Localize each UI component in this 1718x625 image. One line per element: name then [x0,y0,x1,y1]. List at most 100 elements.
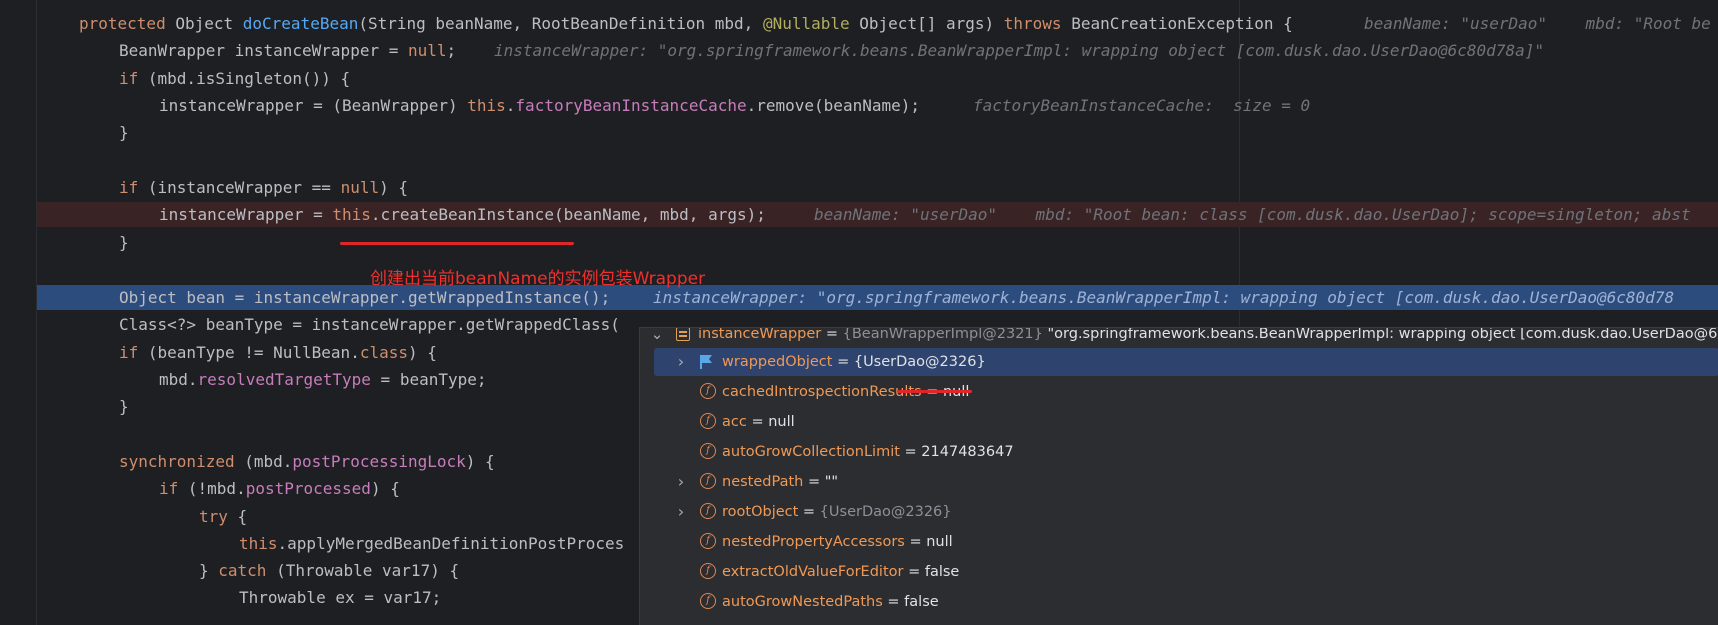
code-text: } [119,230,129,255]
variable-row-autoGrowNestedPaths[interactable]: f autoGrowNestedPaths = false [640,588,1718,616]
variable-text: nestedPath = "" [722,468,838,496]
code-line-10[interactable] [37,257,1718,282]
inline-debug-hint: instanceWrapper: "org.springframework.be… [653,288,1675,307]
equals-sign: = [821,327,843,342]
equals-sign: = [882,594,905,610]
code-token: null [340,178,380,197]
code-token: resolvedTargetType [197,370,371,389]
code-token: (Throwable var17) { [266,561,460,580]
code-token: if [159,479,179,498]
code-token: .createBeanInstance(beanName, mbd, args)… [370,205,766,224]
variable-name: wrappedObject [722,354,833,370]
code-token: @Nullable [762,14,850,33]
code-line-1[interactable]: protected Object doCreateBean(String bea… [37,11,1718,36]
code-token: (beanType != NullBean. [138,343,360,362]
variable-row-nestedPath[interactable]: › f nestedPath = "" [640,468,1718,496]
variable-row-nestedPropertyAccessors[interactable]: f nestedPropertyAccessors = null [640,528,1718,556]
variable-value: "" [824,474,839,490]
field-icon: f [700,503,716,519]
code-line-2[interactable]: BeanWrapper instanceWrapper = null; insta… [37,38,1718,63]
code-token: Object bean = instanceWrapper.getWrapped… [119,288,611,307]
code-line-6[interactable] [37,148,1718,173]
code-token: protected [79,14,176,33]
code-text: Throwable ex = var17; [239,585,441,610]
code-token: } [119,233,129,252]
chevron-right-icon[interactable]: › [674,348,688,376]
field-icon: f [700,563,716,579]
stack-icon [676,328,690,341]
variable-row-extractOldValueForEditor[interactable]: f extractOldValueForEditor = false [640,558,1718,586]
chevron-right-icon[interactable]: › [674,468,688,496]
code-token: throws [1003,14,1062,33]
red-underline-wrappedObject [897,390,972,393]
equals-sign: = [903,564,925,580]
code-text: if (instanceWrapper == null) { [119,175,408,200]
code-token: ) { [465,452,495,471]
code-token: instanceWrapper = [159,205,333,224]
variable-row-instanceWrapper[interactable]: ⌄ instanceWrapper = {BeanWrapperImpl@2321… [640,327,1718,348]
code-token: doCreateBean [242,14,359,33]
equals-sign: = [904,534,927,550]
variable-row-autoGrowCollectionLimit[interactable]: f autoGrowCollectionLimit = 2147483647 [640,438,1718,466]
annotation-note: 创建出当前beanName的实例包装Wrapper [370,269,706,289]
variable-name: autoGrowNestedPaths [722,594,883,610]
chevron-down-icon[interactable]: ⌄ [650,328,664,348]
code-line-3[interactable]: if (mbd.isSingleton()) { [37,66,1718,91]
code-token: (mbd.isSingleton()) { [138,69,351,88]
chevron-right-icon[interactable]: › [674,498,688,526]
code-line-9[interactable]: } [37,230,1718,255]
code-token: Throwable ex = var17; [239,588,442,607]
code-text: this.applyMergedBeanDefinitionPostProces [239,531,624,556]
editor-gutter[interactable] [0,0,37,625]
variable-name: cachedIntrospectionResults [722,384,922,400]
code-token: ; [446,41,457,60]
red-underline-createBeanInstance [340,242,574,245]
code-token: } [119,123,129,142]
code-token: = beanType; [370,370,487,389]
equals-sign: = [803,474,825,490]
variable-text: rootObject = {UserDao@2326} [722,498,952,526]
code-token: ) { [379,178,408,197]
variable-value: null [768,414,795,430]
code-text: try { [199,504,247,529]
field-icon: f [700,533,716,549]
variable-name: nestedPropertyAccessors [722,534,905,550]
code-token: if [119,178,139,197]
code-line-11[interactable]: Object bean = instanceWrapper.getWrapped… [37,285,1718,310]
variable-row-acc[interactable]: f acc = null [640,408,1718,436]
code-line-7[interactable]: if (instanceWrapper == null) { [37,175,1718,200]
field-icon: f [700,413,716,429]
code-line-5[interactable]: } [37,120,1718,145]
code-line-4[interactable]: instanceWrapper = (BeanWrapper) this.fac… [37,93,1718,118]
equals-sign: = [798,504,820,520]
code-text: instanceWrapper = (BeanWrapper) this.fac… [159,93,920,118]
variable-text: extractOldValueForEditor = false [722,558,959,586]
variable-name: nestedPath [722,474,804,490]
code-text: Class<?> beanType = instanceWrapper.getW… [119,312,620,337]
code-token: mbd. [159,370,198,389]
equals-sign: = [899,444,922,460]
debugger-variables-popup[interactable]: ⌄ instanceWrapper = {BeanWrapperImpl@2321… [639,327,1718,625]
code-token: this [332,205,371,224]
code-token: .remove(beanName); [746,96,920,115]
variable-text: instanceWrapper = {BeanWrapperImpl@2321}… [698,327,1718,348]
equals-sign: = [746,414,769,430]
code-token: Object[] args) [849,14,1004,33]
variable-name: autoGrowCollectionLimit [722,444,900,460]
field-icon: f [700,473,716,489]
variable-type: {BeanWrapperImpl@2321} [842,327,1043,342]
code-token: null [407,41,447,60]
equals-sign: = [832,354,854,370]
field-icon: f [700,383,716,399]
variable-name: instanceWrapper [698,327,822,342]
variable-text: autoGrowCollectionLimit = 2147483647 [722,438,1014,466]
variable-row-wrappedObject[interactable]: › wrappedObject = {UserDao@2326} [654,348,1718,376]
inline-debug-hint: instanceWrapper: "org.springframework.be… [494,41,1544,60]
code-token: instanceWrapper = (BeanWrapper) [159,96,468,115]
code-token: synchronized [119,452,235,471]
variable-row-rootObject[interactable]: › f rootObject = {UserDao@2326} [640,498,1718,526]
variable-row-cachedIntrospectionResults[interactable]: fcachedIntrospectionResults = null [640,378,1718,406]
code-line-8[interactable]: instanceWrapper = this.createBeanInstanc… [37,202,1718,227]
variable-name: extractOldValueForEditor [722,564,904,580]
code-token: this [467,96,506,115]
